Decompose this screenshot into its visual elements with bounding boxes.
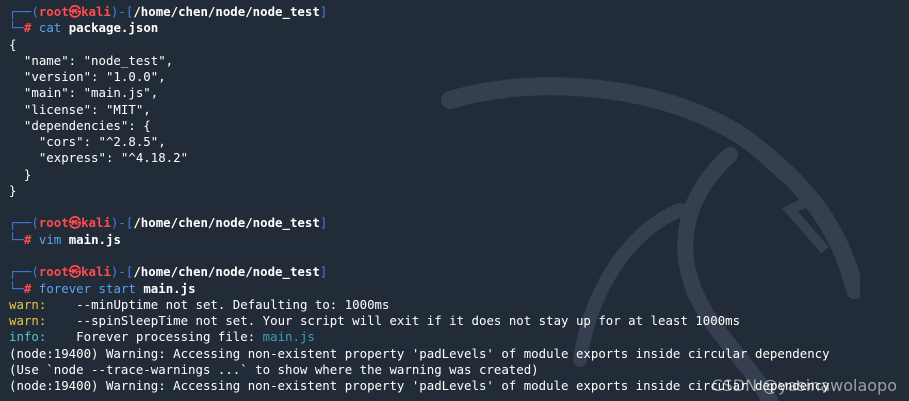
prompt-line: ┌──(root㉿kali)-[/home/chen/node/node_tes… — [9, 215, 328, 231]
info-label: info: — [9, 329, 47, 345]
csdn-watermark: CSDN @yasinawolaopo — [711, 376, 897, 395]
warn-line: warn: --minUptime not set. Defaulting to… — [9, 296, 390, 312]
file-name: main.js — [262, 329, 315, 345]
node-warning-line: (node:19400) Warning: Accessing non-exis… — [9, 345, 830, 361]
json-line: "version": "1.0.0", — [9, 69, 166, 85]
prompt-line: ┌──(root㉿kali)-[/home/chen/node/node_tes… — [9, 264, 328, 280]
json-line: } — [9, 166, 32, 182]
command-argument: package.json — [68, 20, 159, 36]
warn-label: warn: — [9, 313, 47, 329]
json-line: "main": "main.js", — [9, 85, 159, 101]
info-line: info: Forever processing file: main.js — [9, 329, 315, 345]
json-line: "name": "node_test", — [9, 52, 174, 68]
json-line: "express": "^4.18.2" — [9, 150, 189, 166]
json-line: { — [9, 36, 17, 52]
warn-line: warn: --spinSleepTime not set. Your scri… — [9, 313, 741, 329]
terminal-output: ┌──(root㉿kali)-[/home/chen/node/node_tes… — [9, 4, 909, 394]
command-name: forever start — [38, 280, 136, 296]
prompt-line: ┌──(root㉿kali)-[/home/chen/node/node_tes… — [9, 4, 328, 19]
command-argument: main.js — [143, 280, 196, 296]
command-argument: main.js — [68, 231, 121, 247]
json-line: "cors": "^2.8.5", — [9, 134, 166, 150]
json-line: "dependencies": { — [9, 117, 151, 133]
json-line: } — [9, 182, 17, 198]
json-line: "license": "MIT", — [9, 101, 151, 117]
terminal-window[interactable]: ┌──(root㉿kali)-[/home/chen/node/node_tes… — [0, 0, 909, 401]
warn-label: warn: — [9, 296, 47, 312]
command-line: └─# forever start main.js — [9, 280, 196, 296]
command-line: └─# vim main.js — [9, 231, 121, 247]
command-name: cat — [38, 20, 62, 36]
command-line: └─# cat package.json — [9, 20, 159, 36]
command-name: vim — [38, 231, 62, 247]
